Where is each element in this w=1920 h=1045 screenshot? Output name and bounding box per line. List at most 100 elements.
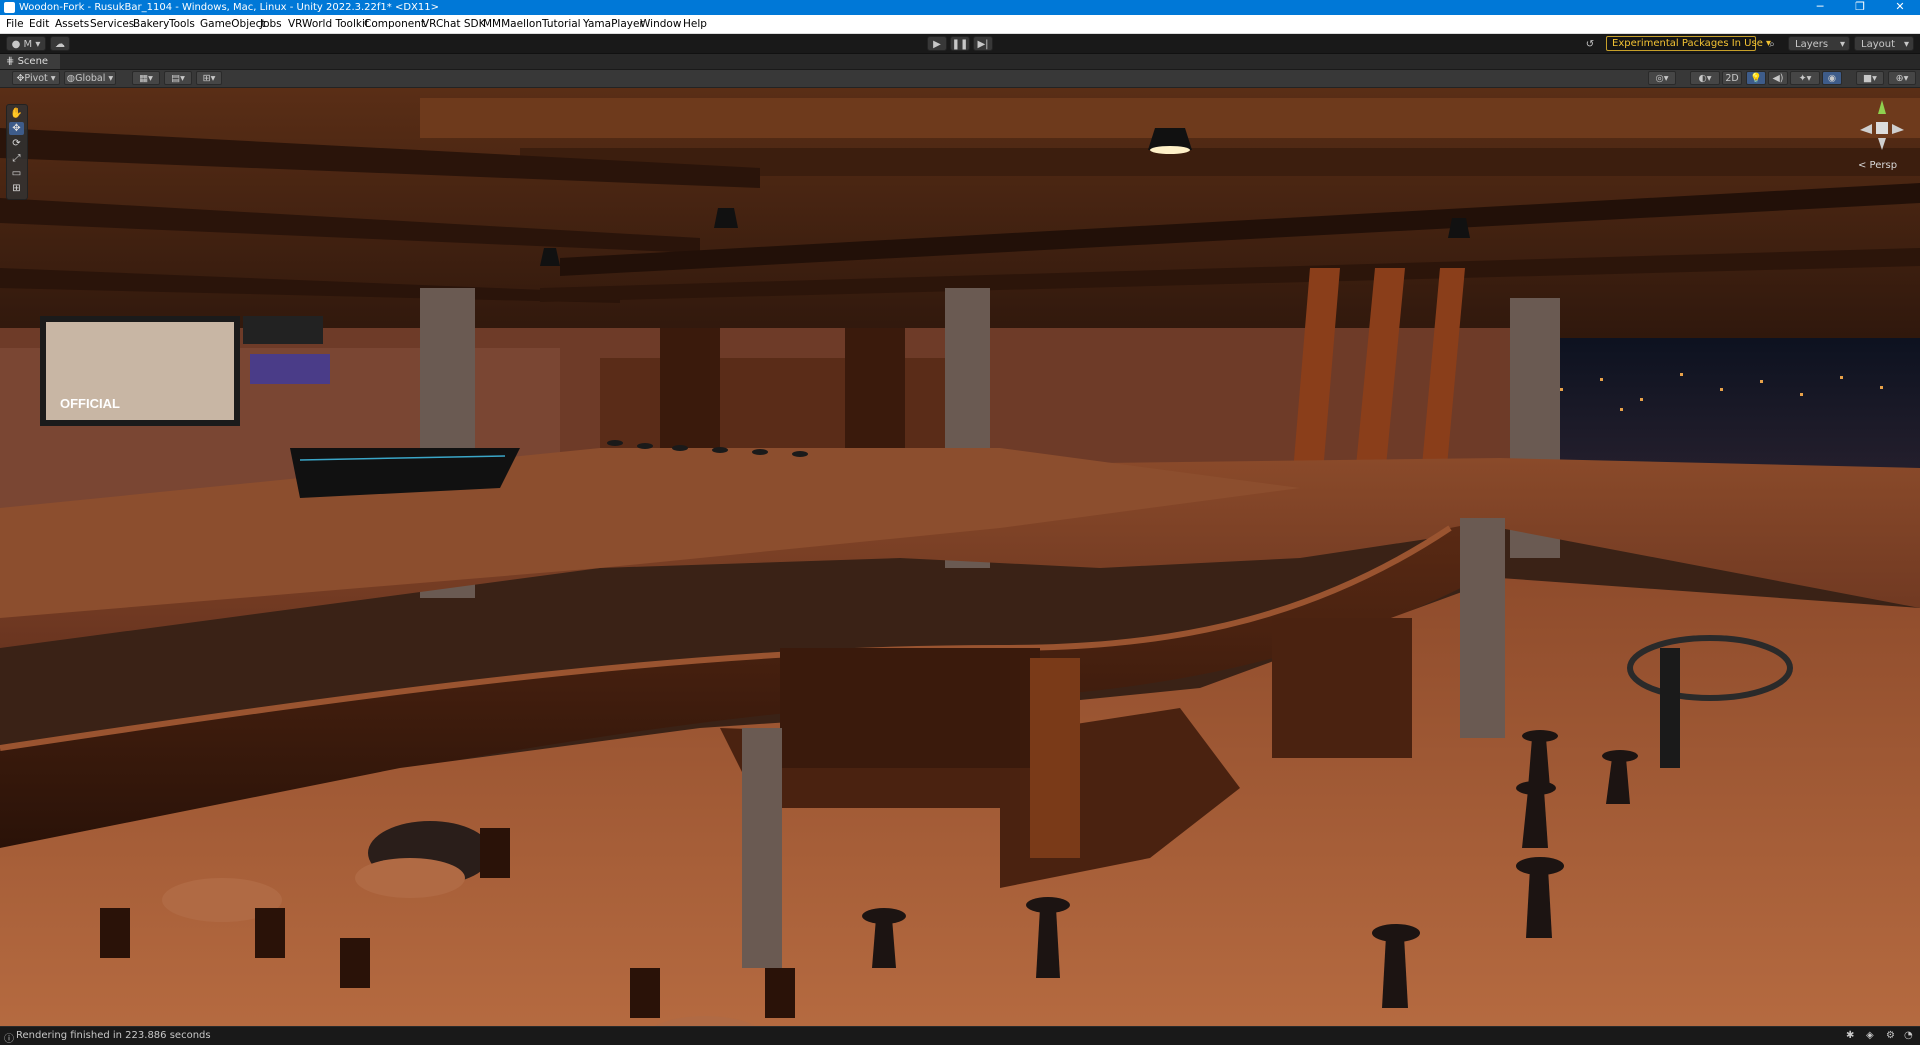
menu-edit[interactable]: Edit xyxy=(29,18,49,30)
camera-icon: ■▾ xyxy=(1863,73,1877,84)
experimental-packages-label: Experimental Packages In Use xyxy=(1612,38,1763,49)
step-button[interactable]: ▶| xyxy=(973,36,993,51)
scale-tool-icon[interactable]: ⤢ xyxy=(9,152,24,165)
y-axis-cone[interactable] xyxy=(1878,100,1886,114)
pivot-toggle[interactable]: ✥Pivot ▾ xyxy=(12,71,60,85)
bug-icon[interactable]: ✱ xyxy=(1846,1030,1854,1041)
move-tool-icon[interactable]: ✥ xyxy=(9,122,24,135)
wall-screen xyxy=(243,316,323,344)
step-icon: ▶| xyxy=(977,39,989,50)
history-icon: ↺ xyxy=(1585,39,1595,50)
play-icon: ▶ xyxy=(933,39,941,50)
window-title: Woodon-Fork - RusukBar_1104 - Windows, M… xyxy=(19,2,439,13)
x-axis-cone[interactable] xyxy=(1860,124,1872,134)
scene-render: OFFICIAL xyxy=(0,88,1920,1026)
menu-services[interactable]: Services xyxy=(90,18,134,30)
neg-y-axis-cone[interactable] xyxy=(1878,138,1886,150)
effects-icon: ✦▾ xyxy=(1798,73,1812,84)
unity-logo-icon xyxy=(4,2,15,13)
gizmos-dropdown[interactable]: ⊕▾ xyxy=(1888,71,1916,85)
shading-icon: ◐▾ xyxy=(1698,73,1712,84)
transform-tool-icon[interactable]: ⊞ xyxy=(9,182,24,195)
menu-tutorial[interactable]: Tutorial xyxy=(542,18,581,30)
global-toggle[interactable]: ◍Global ▾ xyxy=(64,71,116,85)
globe-icon: ◍ xyxy=(66,73,76,84)
info-icon: ⓘ xyxy=(4,1034,14,1045)
layers-dropdown[interactable]: Layers ▾ xyxy=(1788,36,1850,51)
status-message[interactable]: Rendering finished in 223.886 seconds xyxy=(16,1030,211,1041)
gizmo-center[interactable] xyxy=(1876,122,1888,134)
menu-vrworld-toolkit[interactable]: VRWorld Toolkit xyxy=(288,18,369,30)
wood-column xyxy=(1030,658,1080,858)
chevron-down-icon: ▾ xyxy=(1903,39,1909,50)
tab-scene[interactable]: ⋕ Scene xyxy=(0,54,60,69)
maximize-button[interactable]: ❐ xyxy=(1840,0,1880,15)
wall-screen xyxy=(250,354,330,384)
minimize-button[interactable]: ─ xyxy=(1800,0,1840,15)
experimental-packages-dropdown[interactable]: Experimental Packages In Use ▾ xyxy=(1606,36,1771,51)
menu-bar: File Edit Assets Services Bakery Tools G… xyxy=(0,15,1920,34)
camera-settings-dropdown[interactable]: ■▾ xyxy=(1856,71,1884,85)
pause-icon: ❚❚ xyxy=(951,39,969,50)
menu-tools[interactable]: Tools xyxy=(169,18,195,30)
incremental-snap-dropdown[interactable]: ⊞▾ xyxy=(196,71,222,85)
cloud-icon: ☁ xyxy=(55,39,65,50)
cloud-button[interactable]: ☁ xyxy=(50,36,70,51)
hand-tool-icon[interactable]: ✋ xyxy=(9,107,24,120)
play-button[interactable]: ▶ xyxy=(927,36,947,51)
menu-bakery[interactable]: Bakery xyxy=(133,18,169,30)
menu-mmmaellon[interactable]: MMMaellon xyxy=(483,18,542,30)
camera-projection-label[interactable]: < Persp xyxy=(1858,160,1897,171)
menu-assets[interactable]: Assets xyxy=(55,18,89,30)
menu-yamaplayer[interactable]: YamaPlayer xyxy=(583,18,644,30)
hidden-objects-toggle[interactable]: ◉ xyxy=(1822,71,1842,85)
snap-increment-dropdown[interactable]: ▤▾ xyxy=(164,71,192,85)
z-axis-cone[interactable] xyxy=(1892,124,1904,134)
account-dropdown[interactable]: ● M ▾ xyxy=(6,36,46,51)
lighting-toggle[interactable]: 💡 xyxy=(1746,71,1766,85)
account-icon: ● xyxy=(11,39,21,50)
progress-icon[interactable]: ◔ xyxy=(1904,1030,1913,1041)
undo-history-button[interactable]: ↺ xyxy=(1580,36,1600,51)
grid-snapping-dropdown[interactable]: ▦▾ xyxy=(132,71,160,85)
rotate-tool-icon[interactable]: ⟳ xyxy=(9,137,24,150)
pillar xyxy=(742,728,782,968)
layout-dropdown[interactable]: Layout ▾ xyxy=(1854,36,1914,51)
scene-viewport[interactable]: OFFICIAL xyxy=(0,88,1920,1026)
effects-dropdown[interactable]: ✦▾ xyxy=(1790,71,1820,85)
search-button[interactable]: ⌕ xyxy=(1762,36,1782,51)
layout-label: Layout xyxy=(1861,39,1895,50)
close-button[interactable]: ✕ xyxy=(1880,0,1920,15)
magnet-icon: ⊞▾ xyxy=(202,73,216,84)
layers-label: Layers xyxy=(1795,39,1829,50)
speaker-icon: ◀) xyxy=(1772,73,1784,84)
pause-button[interactable]: ❚❚ xyxy=(950,36,970,51)
orientation-gizmo[interactable] xyxy=(1852,96,1912,158)
account-label: M xyxy=(23,39,33,50)
2d-toggle[interactable]: 2D xyxy=(1722,71,1742,85)
scene-visibility-dropdown[interactable]: ◎▾ xyxy=(1648,71,1676,85)
menu-jobs[interactable]: Jobs xyxy=(260,18,282,30)
audio-toggle[interactable]: ◀) xyxy=(1768,71,1788,85)
network-icon[interactable]: ⚙ xyxy=(1886,1030,1895,1041)
menu-vrchat-sdk[interactable]: VRChat SDK xyxy=(422,18,485,30)
tab-scene-label: Scene xyxy=(17,56,49,67)
pivot-label: Pivot xyxy=(24,73,48,84)
menu-gameobject[interactable]: GameObject xyxy=(200,18,265,30)
menu-help[interactable]: Help xyxy=(683,18,707,30)
lower-bar-shelving xyxy=(1272,618,1412,758)
menu-component[interactable]: Component xyxy=(364,18,425,30)
rect-tool-icon[interactable]: ▭ xyxy=(9,167,24,180)
sign-text: OFFICIAL xyxy=(60,396,120,411)
search-icon: ⌕ xyxy=(1769,39,1775,50)
menu-window[interactable]: Window xyxy=(640,18,681,30)
pendant-lamp xyxy=(714,208,738,228)
main-toolbar: ● M ▾ ☁ ▶ ❚❚ ▶| ↺ Experimental Packages … xyxy=(0,34,1920,54)
grid-icon: ▦▾ xyxy=(139,73,153,84)
draw-mode-dropdown[interactable]: ◐▾ xyxy=(1690,71,1720,85)
chevron-down-icon: ▾ xyxy=(1839,39,1845,50)
menu-file[interactable]: File xyxy=(6,18,24,30)
stair-post xyxy=(1660,648,1680,768)
layers-status-icon[interactable]: ◈ xyxy=(1866,1030,1874,1041)
global-label: Global xyxy=(75,73,106,84)
